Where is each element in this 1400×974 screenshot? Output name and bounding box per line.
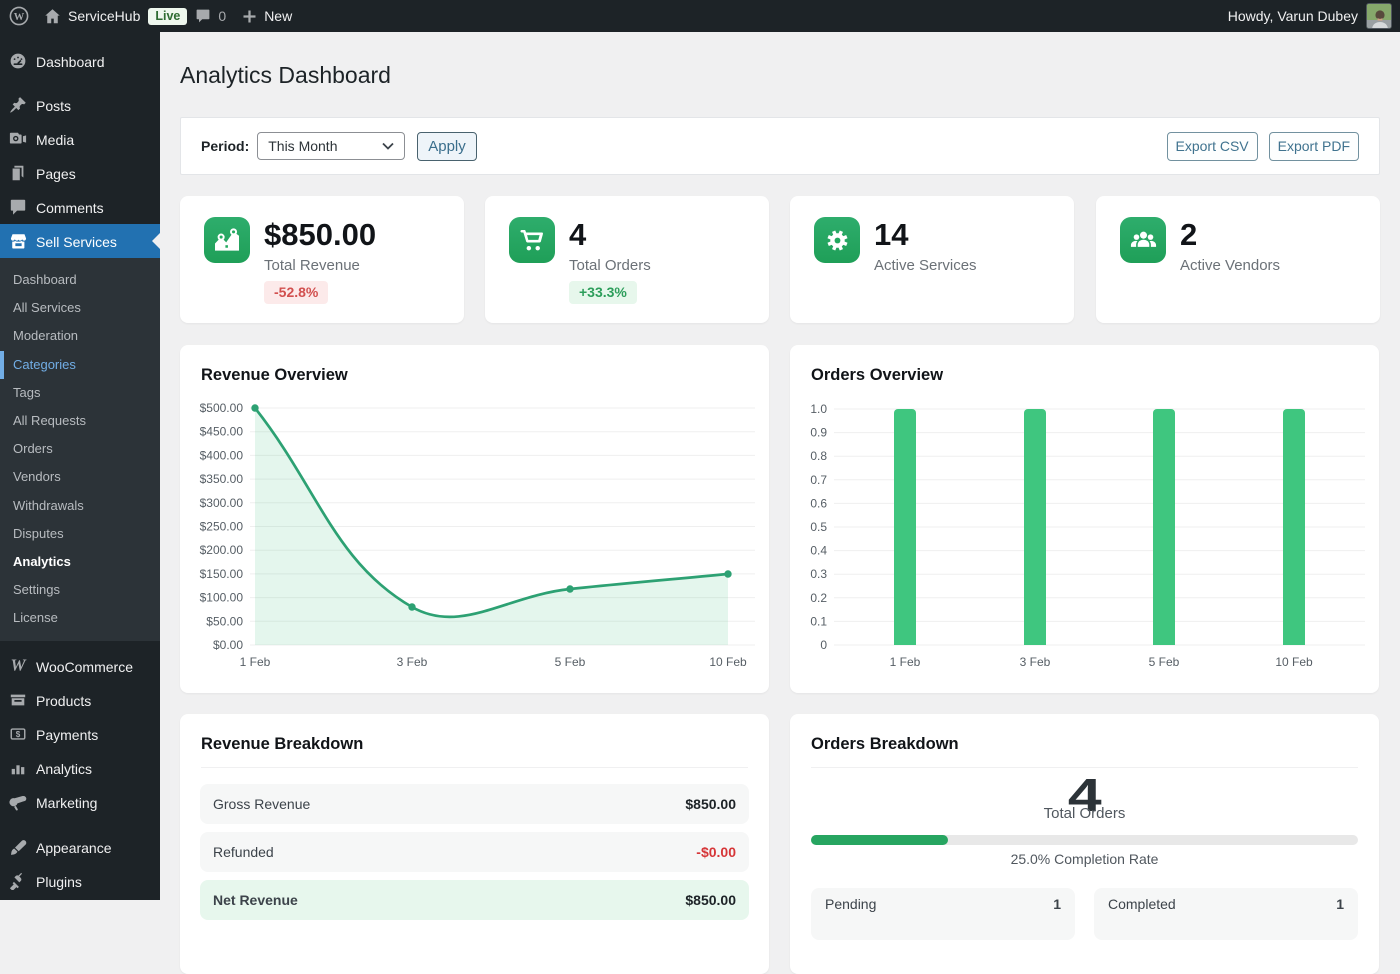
svg-text:0.4: 0.4 xyxy=(810,544,827,558)
svg-text:0.5: 0.5 xyxy=(810,520,827,534)
svg-text:5 Feb: 5 Feb xyxy=(555,655,586,669)
svg-text:1.0: 1.0 xyxy=(810,402,827,416)
svg-text:$300.00: $300.00 xyxy=(200,496,244,510)
svg-text:$450.00: $450.00 xyxy=(200,425,244,439)
svg-text:$400.00: $400.00 xyxy=(200,448,244,462)
svg-text:0.8: 0.8 xyxy=(810,449,827,463)
svg-text:$100.00: $100.00 xyxy=(200,591,244,605)
svg-text:$50.00: $50.00 xyxy=(206,614,243,628)
svg-text:3 Feb: 3 Feb xyxy=(1020,655,1051,669)
svg-text:0.1: 0.1 xyxy=(810,614,827,628)
svg-text:$: $ xyxy=(16,731,21,740)
svg-text:$500.00: $500.00 xyxy=(200,401,244,415)
svg-text:W: W xyxy=(14,12,25,23)
svg-text:10 Feb: 10 Feb xyxy=(1275,655,1313,669)
svg-text:5 Feb: 5 Feb xyxy=(1149,655,1180,669)
svg-text:10 Feb: 10 Feb xyxy=(709,655,747,669)
svg-text:1 Feb: 1 Feb xyxy=(890,655,921,669)
svg-text:$350.00: $350.00 xyxy=(200,472,244,486)
svg-text:0: 0 xyxy=(820,638,827,652)
svg-text:0.9: 0.9 xyxy=(810,426,827,440)
svg-text:$250.00: $250.00 xyxy=(200,520,244,534)
svg-text:$200.00: $200.00 xyxy=(200,543,244,557)
svg-text:$0.00: $0.00 xyxy=(213,638,243,652)
svg-text:0.2: 0.2 xyxy=(810,591,827,605)
svg-text:0.3: 0.3 xyxy=(810,567,827,581)
svg-text:$150.00: $150.00 xyxy=(200,567,244,581)
svg-text:W: W xyxy=(10,658,27,674)
svg-text:1 Feb: 1 Feb xyxy=(240,655,271,669)
svg-text:3 Feb: 3 Feb xyxy=(397,655,428,669)
svg-text:0.7: 0.7 xyxy=(810,473,827,487)
svg-text:0.6: 0.6 xyxy=(810,496,827,510)
